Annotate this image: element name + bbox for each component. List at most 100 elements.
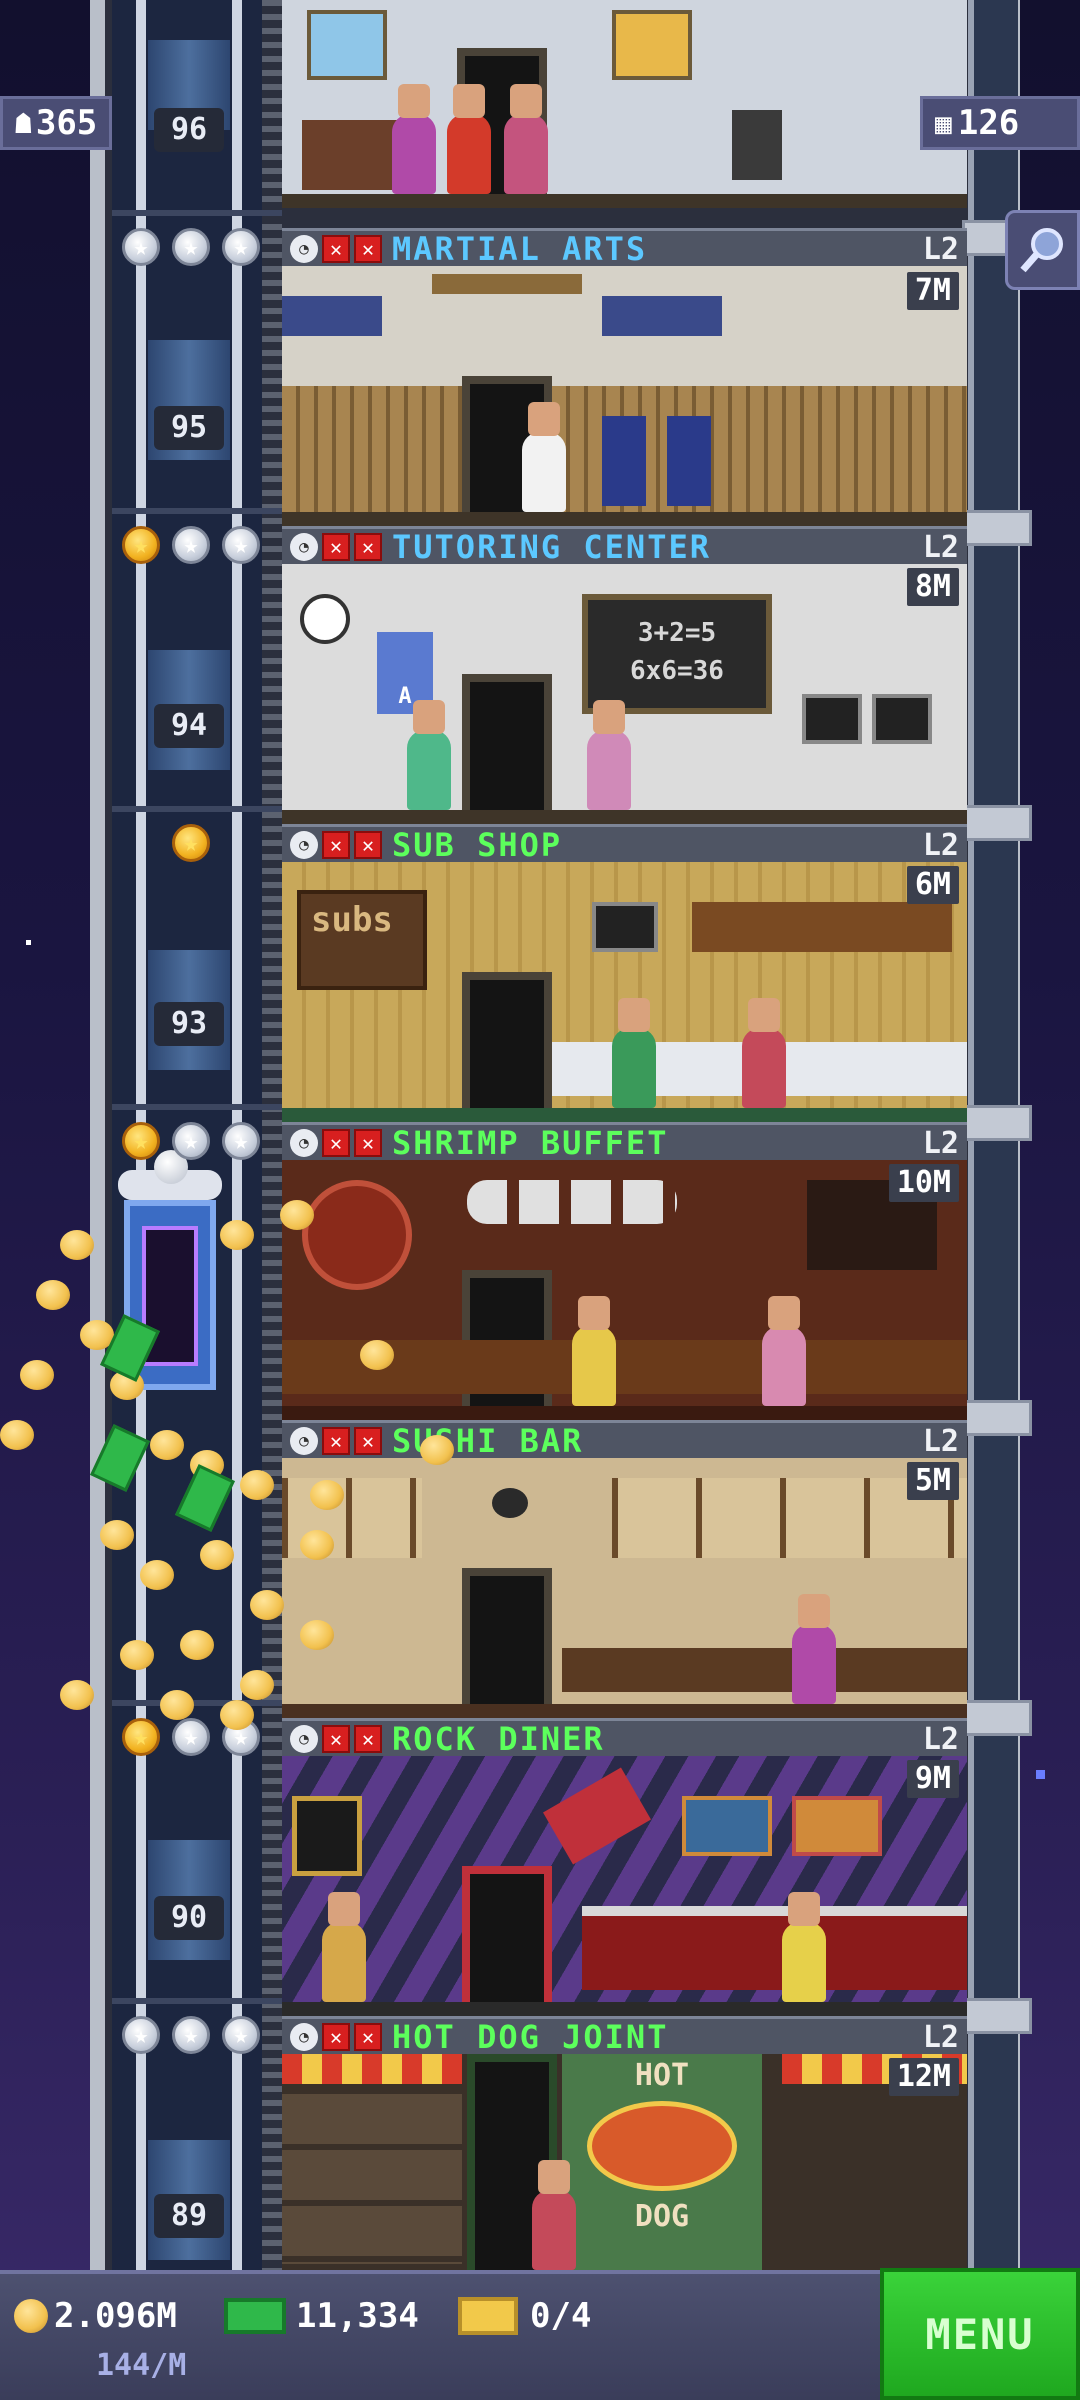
empty-slot-icon: ✕	[354, 1724, 382, 1753]
silver-star-icon: ★	[122, 2016, 160, 2054]
resident-person[interactable]	[522, 402, 566, 512]
floor-name: SHRIMP BUFFET	[392, 1123, 669, 1162]
coin-icon	[120, 1640, 154, 1670]
resident-person[interactable]	[612, 998, 656, 1108]
floor-strip	[282, 2002, 967, 2016]
shaft-floor-number: 96	[154, 108, 224, 152]
floor-header[interactable]: ◔ ✕ ✕ SUSHI BAR L2	[282, 1420, 967, 1460]
empty-slot-icon: ✕	[354, 830, 382, 859]
star-decoration	[26, 940, 31, 945]
resident-person[interactable]	[407, 700, 451, 810]
clock-icon: ◔	[290, 1724, 318, 1753]
floor-divider	[112, 1998, 282, 2004]
floor-strip	[282, 512, 967, 526]
room-scene: subs	[282, 862, 967, 1122]
search-button[interactable]	[1005, 210, 1080, 290]
room-scene	[282, 266, 967, 526]
floor-sushi-bar[interactable]: ◔ ✕ ✕ SUSHI BAR L2 5M	[282, 1420, 967, 1718]
empty-slot-icon: ✕	[354, 532, 382, 561]
room-door	[462, 1866, 552, 2016]
floor-strip	[282, 1406, 967, 1420]
room-door	[462, 674, 552, 824]
floor-shrimp-buffet[interactable]: ◔ ✕ ✕ SHRIMP BUFFET L2 10M	[282, 1122, 967, 1420]
shaft-floor-number: 93	[154, 1002, 224, 1046]
coin-icon	[200, 1540, 234, 1570]
bux-icon	[224, 2298, 286, 2334]
floor-rock-diner[interactable]: ◔ ✕ ✕ ROCK DINER L2 9M	[282, 1718, 967, 2016]
shaft-floor-number: 89	[154, 2194, 224, 2238]
person-icon: ☗	[15, 106, 32, 140]
floor-sub-shop[interactable]: ◔ ✕ ✕ SUB SHOP L2 6M subs	[282, 824, 967, 1122]
room-scene	[282, 1458, 967, 1718]
floors-count: 126	[957, 103, 1020, 143]
floor-hot-dog-joint[interactable]: ◔ ✕ ✕ HOT DOG JOINT L2 12M HOT DOG	[282, 2016, 967, 2270]
room-door	[462, 972, 552, 1122]
floor-level: L2	[922, 232, 959, 267]
floor-divider	[112, 1700, 282, 1706]
coins-value: 2.096M	[54, 2296, 177, 2336]
tickets-display[interactable]: 0/4	[458, 2296, 591, 2336]
floor-header[interactable]: ◔ ✕ ✕ TUTORING CENTER L2	[282, 526, 967, 566]
wall-banner	[602, 296, 722, 336]
bux-display[interactable]: 11,334	[224, 2296, 419, 2336]
resident-person[interactable]	[782, 1892, 826, 2002]
tickets-value: 0/4	[530, 2296, 592, 2336]
silver-star-icon: ★	[222, 526, 260, 564]
floor-level: L2	[922, 2020, 959, 2055]
floor-stars: ★ ★ ★	[122, 526, 260, 564]
floor-header[interactable]: ◔ ✕ ✕ MARTIAL ARTS L2	[282, 228, 967, 268]
punching-bag	[667, 416, 711, 506]
coin-icon	[160, 1690, 194, 1720]
floor-header[interactable]: ◔ ✕ ✕ ROCK DINER L2	[282, 1718, 967, 1758]
resident-person[interactable]	[762, 1296, 806, 1406]
wall-plates	[467, 1180, 677, 1224]
golden-ticket-icon	[458, 2297, 518, 2335]
floor-martial-arts[interactable]: ◔ ✕ ✕ MARTIAL ARTS L2 7M	[282, 228, 967, 526]
coin-icon	[100, 1520, 134, 1550]
resident-person[interactable]	[392, 84, 436, 194]
resident-person[interactable]	[792, 1594, 836, 1704]
resident-person[interactable]	[572, 1296, 616, 1406]
coin-icon	[0, 1420, 34, 1450]
coin-icon	[220, 1700, 254, 1730]
floor-name: SUB SHOP	[392, 825, 563, 864]
resident-person[interactable]	[742, 998, 786, 1108]
resident-person[interactable]	[504, 84, 548, 194]
coin-icon	[180, 1630, 214, 1660]
room-door	[462, 1568, 552, 1718]
floor-divider	[112, 508, 282, 514]
room-scene: HOT DOG	[282, 2054, 967, 2270]
wall-painting	[307, 10, 387, 80]
menu-button[interactable]: MENU	[880, 2268, 1080, 2400]
population-badge[interactable]: ☗ 365	[0, 96, 113, 150]
shaft-ladder	[262, 0, 282, 2270]
wall-poster	[682, 1796, 772, 1856]
silver-star-icon: ★	[222, 1122, 260, 1160]
floor-price: 5M	[906, 1462, 959, 1500]
floor-stars: ★	[122, 824, 210, 862]
coins-display[interactable]: 2.096M	[14, 2296, 177, 2336]
resident-person[interactable]	[447, 84, 491, 194]
floor-level: L2	[922, 1722, 959, 1757]
coin-icon	[280, 1200, 314, 1230]
gold-star-icon: ★	[172, 824, 210, 862]
resident-person[interactable]	[587, 700, 631, 810]
floor-name: HOT DOG JOINT	[392, 2017, 669, 2056]
hot-dog-sign-bottom: DOG	[634, 2199, 690, 2234]
coin-icon	[420, 1435, 454, 1465]
floor-96-room[interactable]	[282, 0, 967, 208]
floor-level: L2	[922, 1424, 959, 1459]
floor-header[interactable]: ◔ ✕ ✕ HOT DOG JOINT L2	[282, 2016, 967, 2056]
floor-name: ROCK DINER	[392, 1719, 605, 1758]
hot-dog-sign: HOT DOG	[562, 2054, 762, 2270]
empty-slot-icon: ✕	[354, 1128, 382, 1157]
resident-person[interactable]	[532, 2160, 576, 2270]
floor-header[interactable]: ◔ ✕ ✕ SUB SHOP L2	[282, 824, 967, 864]
resident-person[interactable]	[322, 1892, 366, 2002]
floor-header[interactable]: ◔ ✕ ✕ SHRIMP BUFFET L2	[282, 1122, 967, 1162]
pipe-joint	[962, 1400, 1032, 1436]
floors-badge[interactable]: ▦ 126	[920, 96, 1080, 150]
floor-tutoring-center[interactable]: ◔ ✕ ✕ TUTORING CENTER L2 8M A 3+2=5 6x6=…	[282, 526, 967, 824]
coin-icon	[300, 1620, 334, 1650]
silver-star-icon: ★	[222, 228, 260, 266]
